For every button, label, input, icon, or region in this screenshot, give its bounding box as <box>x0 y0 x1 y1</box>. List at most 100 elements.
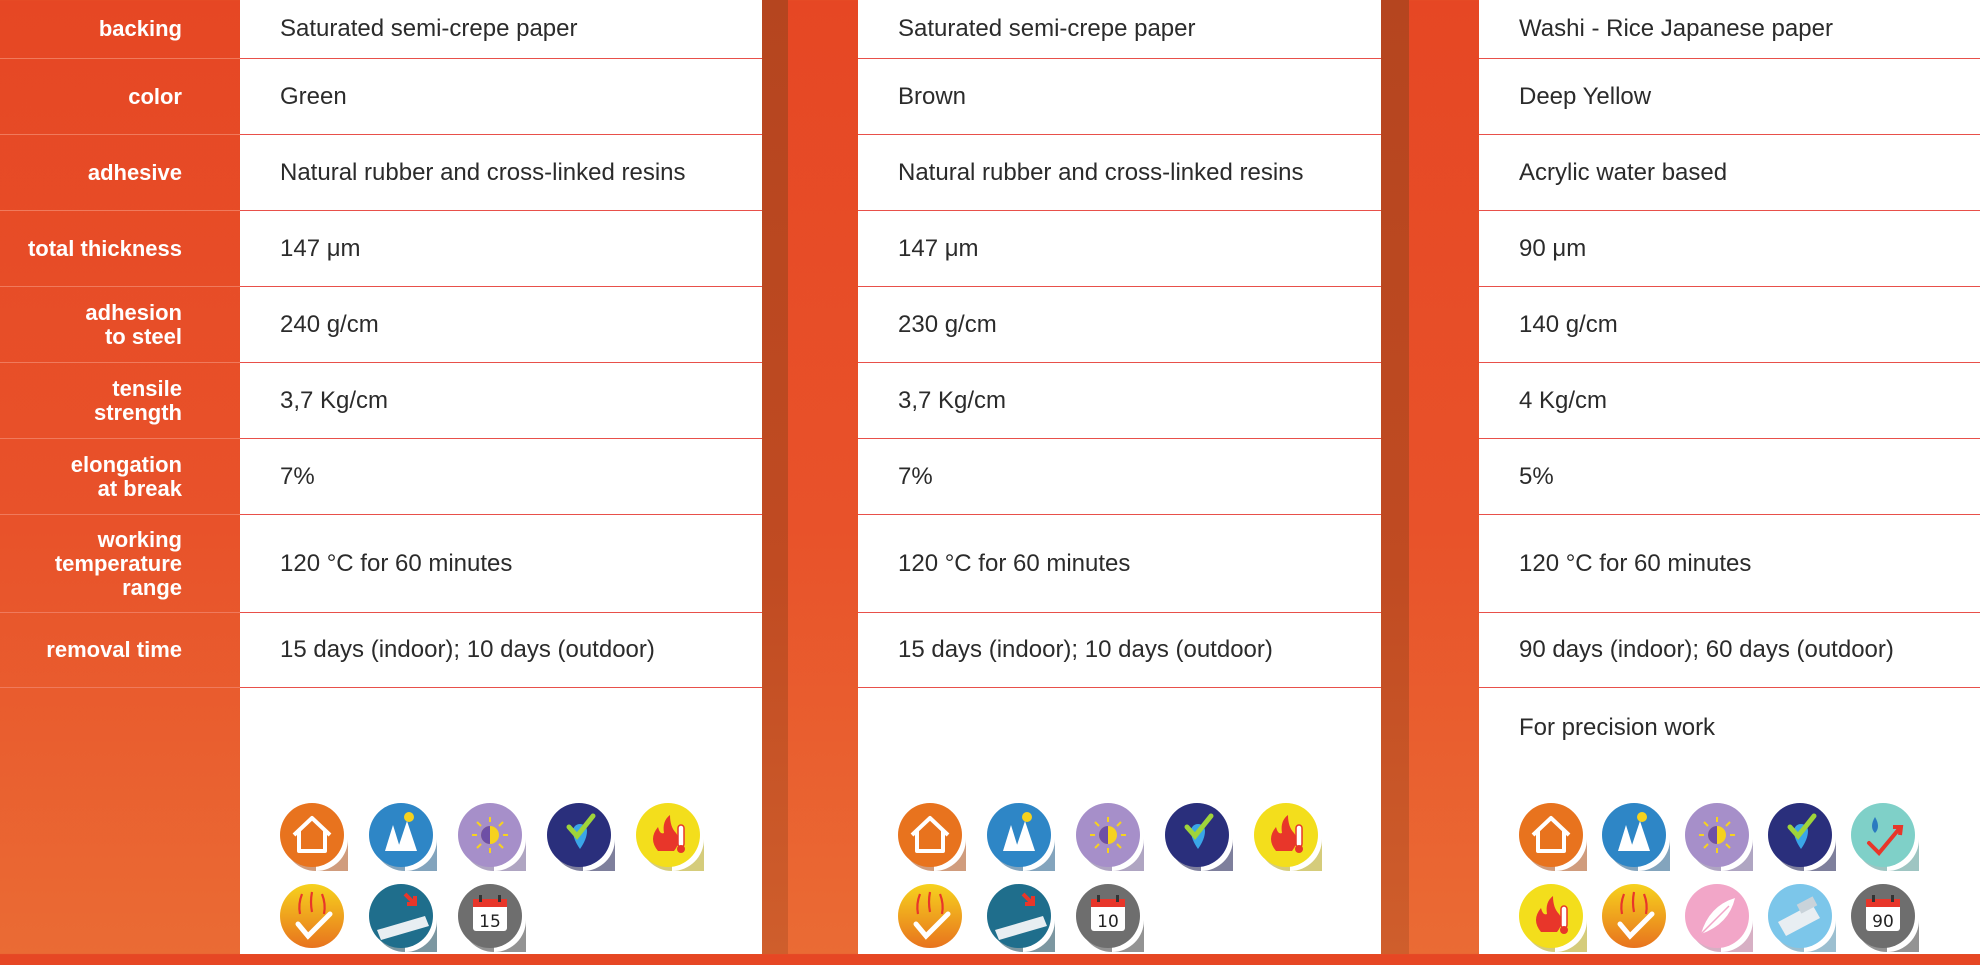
spec-label-row: total thickness <box>0 211 240 287</box>
spec-value: 5% <box>1519 462 1554 490</box>
svg-text:90: 90 <box>1872 912 1894 932</box>
spec-value-row: 5% <box>1479 439 1980 515</box>
panel-divider <box>1381 0 1409 954</box>
spec-value-row: 147 μm <box>240 211 762 287</box>
spec-label-row: working temperature range <box>0 515 240 613</box>
clean-removal-icon <box>987 884 1055 952</box>
spec-value-row: Washi - Rice Japanese paper <box>1479 0 1980 59</box>
heat-resistance-icon <box>1519 884 1587 952</box>
tape-dispenser-icon <box>1768 884 1836 952</box>
spec-label: adhesion to steel <box>85 299 182 349</box>
spec-value-row: Brown <box>858 59 1381 135</box>
spec-value-row: Natural rubber and cross-linked resins <box>240 135 762 211</box>
spec-label-row: removal time <box>0 613 240 688</box>
spec-value-row: 3,7 Kg/cm <box>240 363 762 439</box>
spec-label-row: adhesive <box>0 135 240 211</box>
spec-value: Brown <box>898 82 967 110</box>
spec-value: Washi - Rice Japanese paper <box>1519 15 1833 42</box>
water-check-icon <box>1851 803 1919 871</box>
spec-value-row: 120 °C for 60 minutes <box>1479 515 1980 613</box>
outdoor-trees-sun-icon <box>987 803 1055 871</box>
product-panel-1: Saturated semi-crepe paper Green Natural r… <box>240 0 762 954</box>
spec-value: 15 days (indoor); 10 days (outdoor) <box>280 636 655 663</box>
uv-resistance-icon <box>1685 803 1753 871</box>
product-panel-3: Washi - Rice Japanese paper Deep Yellow Ac… <box>1479 0 1980 954</box>
product-panel-2: Saturated semi-crepe paper Brown Natural r… <box>858 0 1381 954</box>
spec-value-row: 240 g/cm <box>240 287 762 363</box>
spec-value-row: Natural rubber and cross-linked resins <box>858 135 1381 211</box>
indoor-house-icon <box>898 803 966 871</box>
spec-value: 15 days (indoor); 10 days (outdoor) <box>898 636 1273 663</box>
spec-value: 140 g/cm <box>1519 310 1618 338</box>
spec-value: Deep Yellow <box>1519 82 1652 110</box>
heat-resistance-icon <box>1254 803 1322 871</box>
spec-value-row: 120 °C for 60 minutes <box>858 515 1381 613</box>
spec-value: 120 °C for 60 minutes <box>1519 549 1752 577</box>
spec-value: 147 μm <box>898 234 979 262</box>
spec-value-row: Saturated semi-crepe paper <box>240 0 762 59</box>
spec-value-row: 3,7 Kg/cm <box>858 363 1381 439</box>
spec-label: adhesive <box>87 159 182 185</box>
spec-label: color <box>128 83 182 109</box>
spec-label-column: backing color adhesive total thickness adhes… <box>0 0 240 688</box>
spec-value: Saturated semi-crepe paper <box>898 15 1196 42</box>
spec-value-row: Deep Yellow <box>1479 59 1980 135</box>
spec-value: Acrylic water based <box>1519 158 1728 186</box>
spec-label-row: adhesion to steel <box>0 287 240 363</box>
outdoor-trees-sun-icon <box>1602 803 1670 871</box>
spec-value-row: 90 days (indoor); 60 days (outdoor) <box>1479 613 1980 688</box>
svg-text:15: 15 <box>479 912 501 932</box>
spec-label: removal time <box>46 637 182 662</box>
water-resistance-icon <box>1165 803 1233 871</box>
indoor-house-icon <box>1519 803 1587 871</box>
spec-value: Saturated semi-crepe paper <box>280 15 578 42</box>
water-resistance-icon <box>547 803 615 871</box>
spec-value: 240 g/cm <box>280 310 379 338</box>
calendar-10-icon: 10 <box>1076 884 1144 952</box>
spec-value: Natural rubber and cross-linked resins <box>898 158 1304 186</box>
spec-value-row: 7% <box>240 439 762 515</box>
spec-value-row: Saturated semi-crepe paper <box>858 0 1381 59</box>
high-temp-arrows-icon <box>280 884 348 952</box>
spec-label: working temperature range <box>54 526 182 600</box>
spec-value: Green <box>280 82 347 110</box>
uv-resistance-icon <box>1076 803 1144 871</box>
spec-label-row: tensile strength <box>0 363 240 439</box>
spec-value: 7% <box>280 462 315 490</box>
spec-label: backing <box>98 16 182 41</box>
feather-light-icon <box>1685 884 1753 952</box>
svg-text:10: 10 <box>1097 912 1119 932</box>
heat-resistance-icon <box>636 803 704 871</box>
spec-value-row: 15 days (indoor); 10 days (outdoor) <box>240 613 762 688</box>
spec-label: total thickness <box>27 235 182 261</box>
high-temp-arrows-icon <box>1602 884 1670 952</box>
spec-value-row: 7% <box>858 439 1381 515</box>
indoor-house-icon <box>280 803 348 871</box>
spec-value: Natural rubber and cross-linked resins <box>280 158 686 186</box>
spec-value: 90 days (indoor); 60 days (outdoor) <box>1519 636 1894 663</box>
spec-value: 3,7 Kg/cm <box>280 386 389 414</box>
spec-value-row: 15 days (indoor); 10 days (outdoor) <box>858 613 1381 688</box>
spec-label-row: color <box>0 59 240 135</box>
spec-value-row: 120 °C for 60 minutes <box>240 515 762 613</box>
spec-value: 120 °C for 60 minutes <box>280 549 513 577</box>
water-resistance-icon <box>1768 803 1836 871</box>
panel-divider <box>762 0 788 954</box>
uv-resistance-icon <box>458 803 526 871</box>
spec-label: elongation at break <box>70 451 182 501</box>
feature-icons: 90 <box>1519 803 1959 965</box>
spec-value-row: 140 g/cm <box>1479 287 1980 363</box>
calendar-90-icon: 90 <box>1851 884 1919 952</box>
spec-value-row: Acrylic water based <box>1479 135 1980 211</box>
calendar-15-icon: 15 <box>458 884 526 952</box>
spec-value: 147 μm <box>280 234 361 262</box>
spec-value-row: Green <box>240 59 762 135</box>
spec-value-row: 90 μm <box>1479 211 1980 287</box>
product-note: For precision work <box>1479 688 1980 768</box>
spec-value: 7% <box>898 462 933 490</box>
spec-value: 120 °C for 60 minutes <box>898 549 1131 577</box>
spec-value-row: 4 Kg/cm <box>1479 363 1980 439</box>
feature-icons: 15 <box>280 803 750 965</box>
product-note-text: For precision work <box>1519 714 1716 741</box>
spec-value: 3,7 Kg/cm <box>898 386 1007 414</box>
